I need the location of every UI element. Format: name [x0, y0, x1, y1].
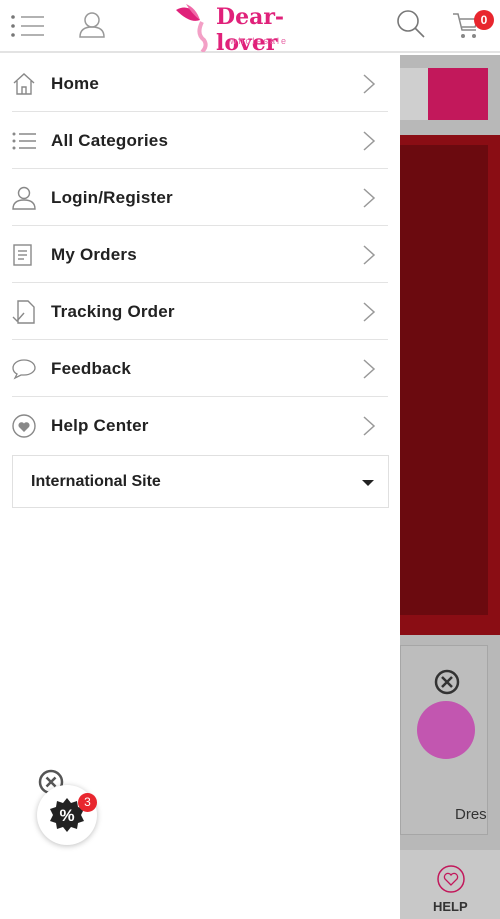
search-icon[interactable] [396, 9, 426, 39]
chevron-right-icon [363, 301, 376, 322]
menu-item-label: Feedback [51, 358, 132, 378]
menu-item-label: My Orders [51, 244, 137, 264]
menu-item-tracking-order[interactable]: Tracking Order [0, 283, 400, 340]
menu-item-help-center[interactable]: Help Center [0, 397, 400, 454]
menu-item-all-categories[interactable]: All Categories [0, 112, 400, 169]
tracking-icon [12, 299, 35, 324]
logo-text: Dear-lover [216, 4, 285, 56]
chevron-right-icon [363, 358, 376, 379]
chevron-right-icon [363, 415, 376, 436]
menu-item-label: All Categories [51, 130, 169, 150]
chevron-right-icon [363, 187, 376, 208]
menu-item-label: Login/Register [51, 187, 173, 207]
menu-item-label: Tracking Order [51, 301, 175, 321]
discount-symbol: % [59, 806, 74, 825]
heart-icon [12, 413, 36, 438]
international-site-dropdown[interactable]: International Site [12, 455, 389, 508]
user-icon [12, 186, 36, 210]
customer-service-icon [417, 701, 475, 759]
menu-item-label: Home [51, 73, 100, 93]
header: Dear-lover wholesale 0 [0, 0, 500, 56]
chat-icon [12, 358, 36, 379]
menu-icon[interactable] [10, 14, 46, 38]
cart-count-badge: 0 [474, 10, 494, 30]
menu-item-home[interactable]: Home [0, 55, 400, 112]
chevron-right-icon [363, 244, 376, 265]
menu-item-label: Help Center [51, 415, 149, 435]
list-icon [12, 132, 36, 149]
sale-banner-background [400, 135, 500, 635]
orders-icon [13, 243, 32, 266]
chevron-right-icon [363, 130, 376, 151]
help-label: HELP [433, 899, 468, 914]
promo-count-badge: 3 [78, 793, 97, 812]
caret-down-icon [362, 480, 374, 486]
search-button-background [428, 68, 488, 120]
account-icon[interactable] [78, 11, 106, 39]
menu-item-my-orders[interactable]: My Orders [0, 226, 400, 283]
menu-item-login-register[interactable]: Login/Register [0, 169, 400, 226]
home-icon [13, 72, 35, 95]
close-icon [434, 669, 460, 695]
menu-item-feedback[interactable]: Feedback [0, 340, 400, 397]
product-label: Dres [455, 806, 487, 823]
butterfly-logo-icon [176, 4, 208, 54]
help-heart-icon [437, 865, 465, 893]
logo[interactable]: Dear-lover wholesale [172, 2, 322, 56]
logo-subtext: wholesale [230, 36, 289, 46]
chevron-right-icon [363, 73, 376, 94]
international-site-label: International Site [31, 472, 161, 490]
